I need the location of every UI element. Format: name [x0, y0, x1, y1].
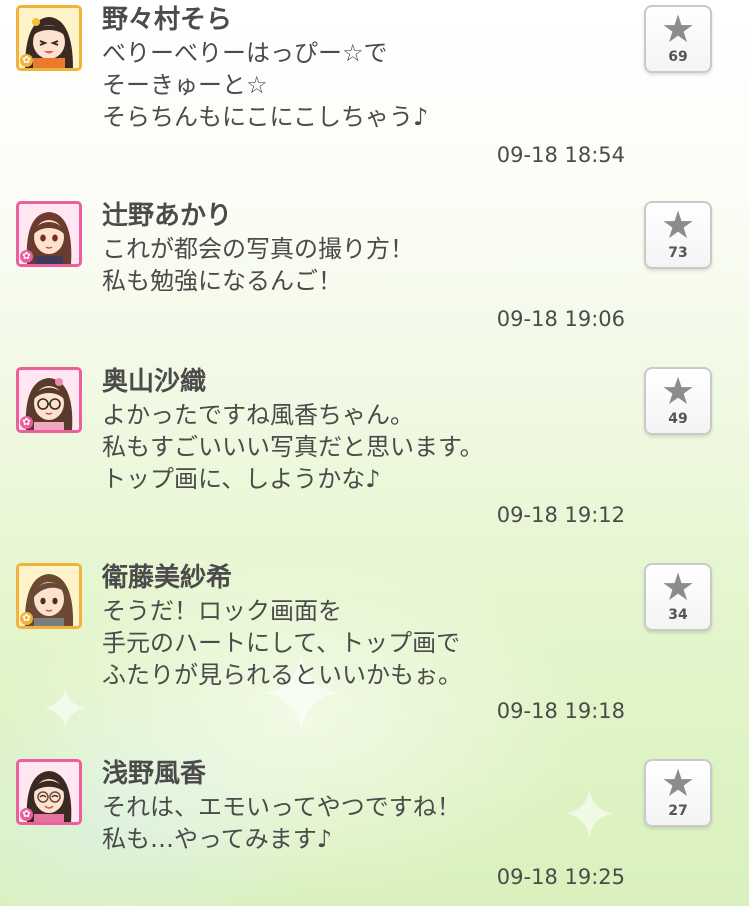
star-icon: ★ — [660, 761, 696, 805]
flower-icon: ✿ — [20, 250, 33, 263]
timestamp: 09-18 19:12 — [496, 503, 625, 527]
like-button[interactable]: ★ 27 — [644, 759, 712, 827]
star-icon: ★ — [660, 565, 696, 609]
comment-text: そうだ！ロック画面を 手元のハートにして、トップ画で ふたりが見られるといいかも… — [102, 595, 622, 691]
avatar[interactable]: ✿ — [16, 5, 82, 71]
like-button[interactable]: ★ 49 — [644, 367, 712, 435]
poster-name: 奥山沙織 — [102, 367, 207, 397]
like-button[interactable]: ★ 73 — [644, 201, 712, 269]
flower-icon: ✿ — [20, 612, 33, 625]
comment-line: そうだ！ロック画面を — [102, 597, 342, 625]
timestamp: 09-18 19:06 — [496, 307, 625, 331]
avatar[interactable]: ✿ — [16, 759, 82, 825]
avatar[interactable]: ✿ — [16, 367, 82, 433]
timestamp: 09-18 19:18 — [496, 699, 625, 723]
timestamp: 09-18 19:25 — [496, 865, 625, 889]
like-count: 73 — [668, 245, 688, 261]
comment-text: よかったですね風香ちゃん。 私もすごいいい写真だと思います。 トップ画に、しよう… — [102, 399, 622, 495]
comment-item: ✿ 野々村そら べりーべりーはっぴー☆で そーきゅーと☆ そらちんもにこにこしち… — [0, 5, 749, 175]
avatar[interactable]: ✿ — [16, 563, 82, 629]
comment-line: そーきゅーと☆ — [102, 71, 268, 99]
comment-line: そらちんもにこにこしちゃう♪ — [102, 103, 429, 131]
poster-name: 野々村そら — [102, 5, 233, 35]
comment-text: これが都会の写真の撮り方！ 私も勉強になるんご！ — [102, 233, 622, 297]
comment-line: 手元のハートにして、トップ画で — [102, 629, 461, 657]
comment-item: ✿ 浅野風香 それは、エモいってやつですね！ 私も…やってみます♪ 09-18 … — [0, 759, 749, 899]
comment-item: ✿ 衛藤美紗希 そうだ！ロック画面を 手元のハートにして、トップ画で ふたりが見… — [0, 563, 749, 733]
star-icon: ★ — [660, 369, 696, 413]
comment-line: トップ画に、しようかな♪ — [102, 465, 381, 493]
like-count: 34 — [668, 607, 688, 623]
poster-name: 衛藤美紗希 — [102, 563, 233, 593]
comment-line: べりーべりーはっぴー☆で — [102, 39, 388, 67]
flower-icon: ✿ — [20, 808, 33, 821]
comment-line: 私も…やってみます♪ — [102, 825, 333, 853]
like-count: 69 — [668, 49, 688, 65]
star-icon: ★ — [660, 7, 696, 51]
flower-icon: ✿ — [20, 54, 33, 67]
avatar[interactable]: ✿ — [16, 201, 82, 267]
comment-line: よかったですね風香ちゃん。 — [102, 401, 414, 429]
poster-name: 辻野あかり — [102, 201, 233, 231]
star-icon: ★ — [660, 203, 696, 247]
like-count: 27 — [668, 803, 688, 819]
comment-line: 私もすごいいい写真だと思います。 — [102, 433, 484, 461]
comment-text: それは、エモいってやつですね！ 私も…やってみます♪ — [102, 791, 622, 855]
timestamp: 09-18 18:54 — [496, 143, 625, 167]
poster-name: 浅野風香 — [102, 759, 207, 789]
comment-text: べりーべりーはっぴー☆で そーきゅーと☆ そらちんもにこにこしちゃう♪ — [102, 37, 622, 133]
like-count: 49 — [668, 411, 688, 427]
like-button[interactable]: ★ 34 — [644, 563, 712, 631]
comment-line: 私も勉強になるんご！ — [102, 267, 342, 295]
comment-line: ふたりが見られるといいかもぉ。 — [102, 661, 462, 689]
flower-icon: ✿ — [20, 416, 33, 429]
like-button[interactable]: ★ 69 — [644, 5, 712, 73]
comment-line: これが都会の写真の撮り方！ — [102, 235, 414, 263]
comment-item: ✿ 奥山沙織 よかったですね風香ちゃん。 私もすごいいい写真だと思います。 トッ… — [0, 367, 749, 537]
comment-line: それは、エモいってやつですね！ — [102, 793, 461, 821]
comment-item: ✿ 辻野あかり これが都会の写真の撮り方！ 私も勉強になるんご！ 09-18 1… — [0, 201, 749, 341]
